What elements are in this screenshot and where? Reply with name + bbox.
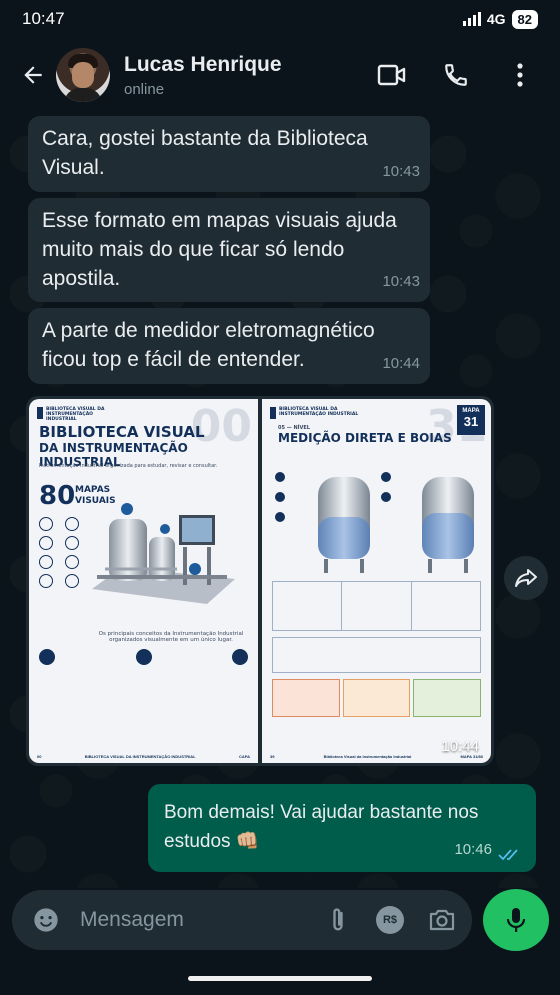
contact-status: online bbox=[124, 80, 165, 98]
map-factors-strip bbox=[272, 637, 481, 673]
cover-footer-center: BIBLIOTECA VISUAL DA INSTRUMENTAÇÃO INDU… bbox=[84, 754, 196, 759]
tanks-illustration bbox=[275, 472, 474, 573]
message-time: 10:46 bbox=[454, 841, 492, 858]
system-nav-bar bbox=[0, 960, 560, 995]
signal-icon bbox=[462, 12, 481, 26]
map-brand: BIBLIOTECA VISUAL DA INSTRUMENTAÇÃO INDU… bbox=[279, 407, 359, 417]
cover-count: 80 bbox=[39, 481, 76, 511]
camera-icon bbox=[429, 909, 455, 931]
image-page-map[interactable]: BIBLIOTECA VISUAL DA INSTRUMENTAÇÃO INDU… bbox=[262, 399, 491, 763]
back-button[interactable] bbox=[10, 52, 56, 98]
message-input[interactable]: Mensagem bbox=[80, 908, 306, 932]
map-notes-row bbox=[272, 679, 482, 717]
cover-icon-grid bbox=[39, 517, 85, 588]
arrow-left-icon bbox=[24, 66, 42, 84]
cover-footer-right: CAPA bbox=[238, 754, 250, 759]
map-footer-center: Biblioteca Visual da Instrumentação Indu… bbox=[323, 754, 412, 759]
avatar[interactable] bbox=[56, 48, 110, 102]
process-plant-illustration bbox=[92, 503, 235, 604]
image-page-cover[interactable]: BIBLIOTECA VISUAL DA INSTRUMENTAÇÃO INDU… bbox=[29, 399, 258, 763]
status-indicators: 4G 82 bbox=[462, 9, 538, 29]
map-footer-left: 39 bbox=[270, 754, 275, 759]
camera-button[interactable] bbox=[422, 900, 462, 940]
message-incoming[interactable]: Cara, gostei bastante da Biblioteca Visu… bbox=[28, 116, 430, 192]
message-time: 10:43 bbox=[382, 163, 420, 180]
cover-brand: BIBLIOTECA VISUAL DA INSTRUMENTAÇÃO INDU… bbox=[46, 407, 105, 422]
contact-name: Lucas Henrique bbox=[124, 52, 282, 76]
double-check-icon bbox=[498, 849, 518, 861]
chat-header: Lucas Henrique online bbox=[0, 38, 560, 112]
status-time: 10:47 bbox=[22, 9, 65, 28]
cover-footer: 00 BIBLIOTECA VISUAL DA INSTRUMENTAÇÃO I… bbox=[37, 754, 250, 759]
payment-button[interactable]: R$ bbox=[370, 900, 410, 940]
phone-icon bbox=[445, 64, 467, 86]
forward-icon bbox=[515, 569, 537, 587]
currency-icon: R$ bbox=[376, 906, 404, 934]
network-type: 4G bbox=[486, 11, 506, 27]
cover-footer-left: 00 bbox=[37, 754, 42, 759]
more-options-button[interactable] bbox=[498, 53, 542, 97]
cover-bottom-text: Os principais conceitos da Instrumentaçã… bbox=[98, 631, 244, 643]
cover-feature-row bbox=[39, 649, 248, 665]
contact-info[interactable]: Lucas Henrique online bbox=[124, 53, 282, 98]
message-input-container[interactable]: Mensagem R$ bbox=[12, 890, 472, 950]
forward-button[interactable] bbox=[504, 556, 548, 600]
voice-message-button[interactable] bbox=[483, 889, 549, 951]
voice-call-button[interactable] bbox=[434, 53, 478, 97]
video-camera-icon bbox=[377, 64, 406, 86]
status-bar: 10:47 4G 82 bbox=[0, 0, 560, 38]
image-time: 10:44 bbox=[441, 738, 479, 755]
attach-button[interactable] bbox=[318, 900, 358, 940]
home-indicator[interactable] bbox=[188, 976, 372, 981]
message-outgoing[interactable]: Bom demais! Vai ajudar bastante nos estu… bbox=[148, 784, 536, 872]
map-title: MEDIÇÃO DIRETA E BOIAS bbox=[278, 431, 452, 445]
composer: Mensagem R$ bbox=[0, 888, 560, 960]
emoji-icon bbox=[34, 908, 58, 932]
message-time: 10:44 bbox=[382, 355, 420, 372]
map-badge: MAPA 31 bbox=[457, 405, 485, 435]
image-message[interactable]: BIBLIOTECA VISUAL DA INSTRUMENTAÇÃO INDU… bbox=[26, 396, 494, 766]
more-vertical-icon bbox=[517, 63, 523, 87]
message-incoming[interactable]: A parte de medidor eletromagnético ficou… bbox=[28, 308, 430, 384]
map-badge-number: 31 bbox=[463, 414, 479, 429]
video-call-button[interactable] bbox=[370, 53, 414, 97]
message-text: Esse formato em mapas visuais ajuda muit… bbox=[42, 209, 397, 290]
emoji-button[interactable] bbox=[26, 900, 66, 940]
message-text: Cara, gostei bastante da Biblioteca Visu… bbox=[42, 127, 368, 179]
cover-subtitle: Instrumentação Industrial organizada par… bbox=[39, 463, 218, 469]
map-examples-strip bbox=[272, 581, 481, 631]
cover-title-line1: BIBLIOTECA VISUAL bbox=[39, 423, 205, 441]
message-incoming[interactable]: Esse formato em mapas visuais ajuda muit… bbox=[28, 198, 430, 302]
message-time: 10:43 bbox=[382, 273, 420, 290]
battery-indicator: 82 bbox=[511, 9, 538, 29]
paperclip-icon bbox=[333, 908, 343, 931]
microphone-icon bbox=[506, 908, 526, 932]
message-text: A parte de medidor eletromagnético ficou… bbox=[42, 319, 375, 371]
